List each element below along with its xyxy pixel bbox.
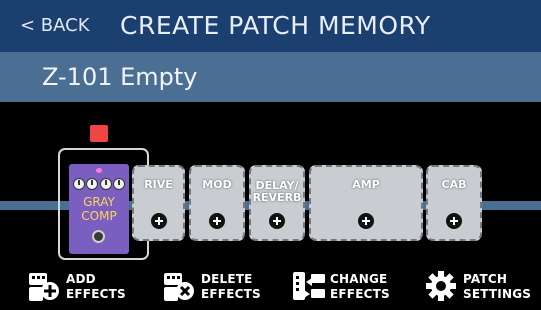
delete-effects-label-line2: EFFECTS: [201, 287, 261, 301]
plus-icon[interactable]: [446, 213, 462, 229]
add-effects-button[interactable]: ADD EFFECTS: [28, 266, 138, 308]
slot-amp[interactable]: AMP: [309, 165, 423, 241]
plus-icon[interactable]: [150, 213, 167, 229]
back-button[interactable]: < BACK: [20, 15, 90, 37]
patch-settings-button[interactable]: PATCH SETTINGS: [425, 266, 537, 308]
slot-label: DELAY/ REVERB: [252, 179, 302, 204]
plus-icon[interactable]: [209, 213, 225, 229]
slot-label: RIVE: [144, 178, 173, 191]
change-effects-label-line1: CHANGE: [330, 272, 388, 286]
plus-icon[interactable]: [358, 213, 374, 229]
knob-icon[interactable]: [100, 178, 112, 190]
pedal-name: GRAY COMP: [69, 195, 129, 223]
add-effects-label-line1: ADD: [66, 272, 96, 286]
patch-settings-label: PATCH SETTINGS: [463, 272, 541, 302]
footswitch-icon: [92, 230, 105, 243]
led-icon: [96, 168, 102, 173]
patch-name[interactable]: Z-101 Empty: [42, 61, 198, 93]
change-effects-icon: [293, 272, 325, 300]
change-effects-label-line2: EFFECTS: [330, 287, 390, 301]
delete-effects-button[interactable]: DELETE EFFECTS: [163, 266, 273, 308]
slot-delay-reverb[interactable]: DELAY/ REVERB: [249, 165, 305, 241]
gear-icon: [426, 271, 456, 301]
slot-label: AMP: [352, 178, 380, 191]
delete-effects-label-line1: DELETE: [201, 272, 253, 286]
footer-bar: ADD EFFECTS DELETE EFFECTS CHANGE EFFECT…: [0, 262, 541, 310]
slot-label: CAB: [441, 178, 467, 191]
slot-label: MOD: [202, 178, 232, 191]
slot-mod[interactable]: MOD: [189, 165, 245, 241]
pedal-name-line1: GRAY: [83, 195, 115, 209]
patch-settings-label-line1: PATCH: [463, 272, 508, 286]
knob-icon[interactable]: [86, 178, 98, 190]
patch-settings-label-line2: SETTINGS: [463, 287, 532, 301]
pedal-name-line2: COMP: [81, 209, 117, 223]
page-title: CREATE PATCH MEMORY: [120, 11, 431, 40]
add-effects-label-line2: EFFECTS: [66, 287, 126, 301]
add-effects-icon: [29, 273, 59, 301]
delete-effects-label: DELETE EFFECTS: [201, 272, 291, 302]
delete-effects-icon: [164, 273, 194, 301]
knob-icon[interactable]: [73, 178, 85, 190]
slot-cab[interactable]: CAB: [426, 165, 482, 241]
header-bar: < BACK CREATE PATCH MEMORY: [0, 0, 541, 52]
add-effects-label: ADD EFFECTS: [66, 272, 156, 302]
slot-drive[interactable]: RIVE: [132, 165, 185, 241]
knob-icon[interactable]: [113, 178, 125, 190]
selected-effect-indicator: [90, 125, 108, 142]
gray-comp-pedal[interactable]: GRAY COMP: [69, 164, 129, 254]
change-effects-label: CHANGE EFFECTS: [330, 272, 420, 302]
change-effects-button[interactable]: CHANGE EFFECTS: [292, 266, 407, 308]
patch-name-bar: Z-101 Empty: [0, 52, 541, 102]
plus-icon[interactable]: [269, 213, 285, 229]
